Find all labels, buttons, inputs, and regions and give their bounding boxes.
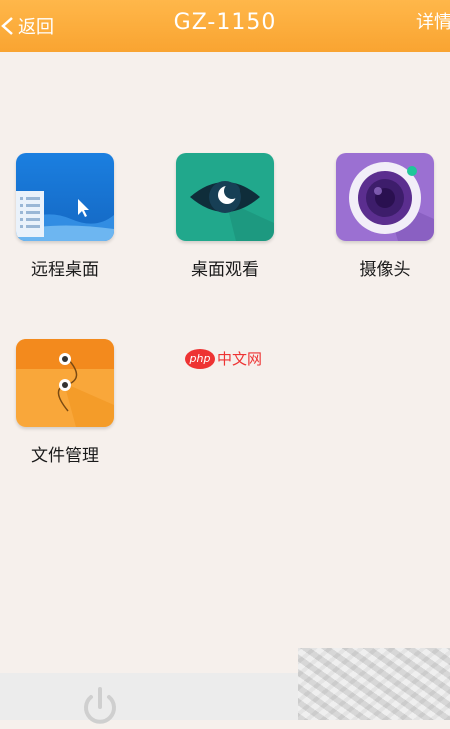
app-label: 远程桌面 [31, 260, 99, 280]
app-file-manager[interactable]: 文件管理 [0, 339, 130, 479]
back-button[interactable]: 返回 [0, 0, 54, 52]
app-camera[interactable]: 摄像头 [320, 153, 450, 293]
title-bar: 返回 GZ-1150 详情 [0, 0, 450, 52]
power-button[interactable] [78, 685, 122, 725]
blurred-area [298, 648, 450, 720]
app-remote-desktop[interactable]: 远程桌面 [0, 153, 130, 293]
chevron-left-icon [1, 17, 13, 35]
folder-envelope-icon [16, 339, 114, 427]
app-desktop-view[interactable]: 桌面观看 [160, 153, 290, 293]
watermark-logo: php 中文网 [185, 348, 262, 369]
page-title: GZ-1150 [173, 10, 277, 35]
power-icon [84, 687, 116, 724]
back-label: 返回 [18, 17, 54, 38]
eye-moon-icon [176, 153, 274, 241]
app-label: 摄像头 [359, 260, 411, 280]
app-label: 桌面观看 [191, 260, 259, 280]
app-label: 文件管理 [31, 446, 99, 466]
watermark-text: 中文网 [217, 350, 263, 368]
camera-lens-icon [336, 153, 434, 241]
detail-button[interactable]: 详情 [416, 0, 450, 52]
watermark-badge: php [185, 348, 215, 369]
remote-desktop-icon [16, 153, 114, 241]
